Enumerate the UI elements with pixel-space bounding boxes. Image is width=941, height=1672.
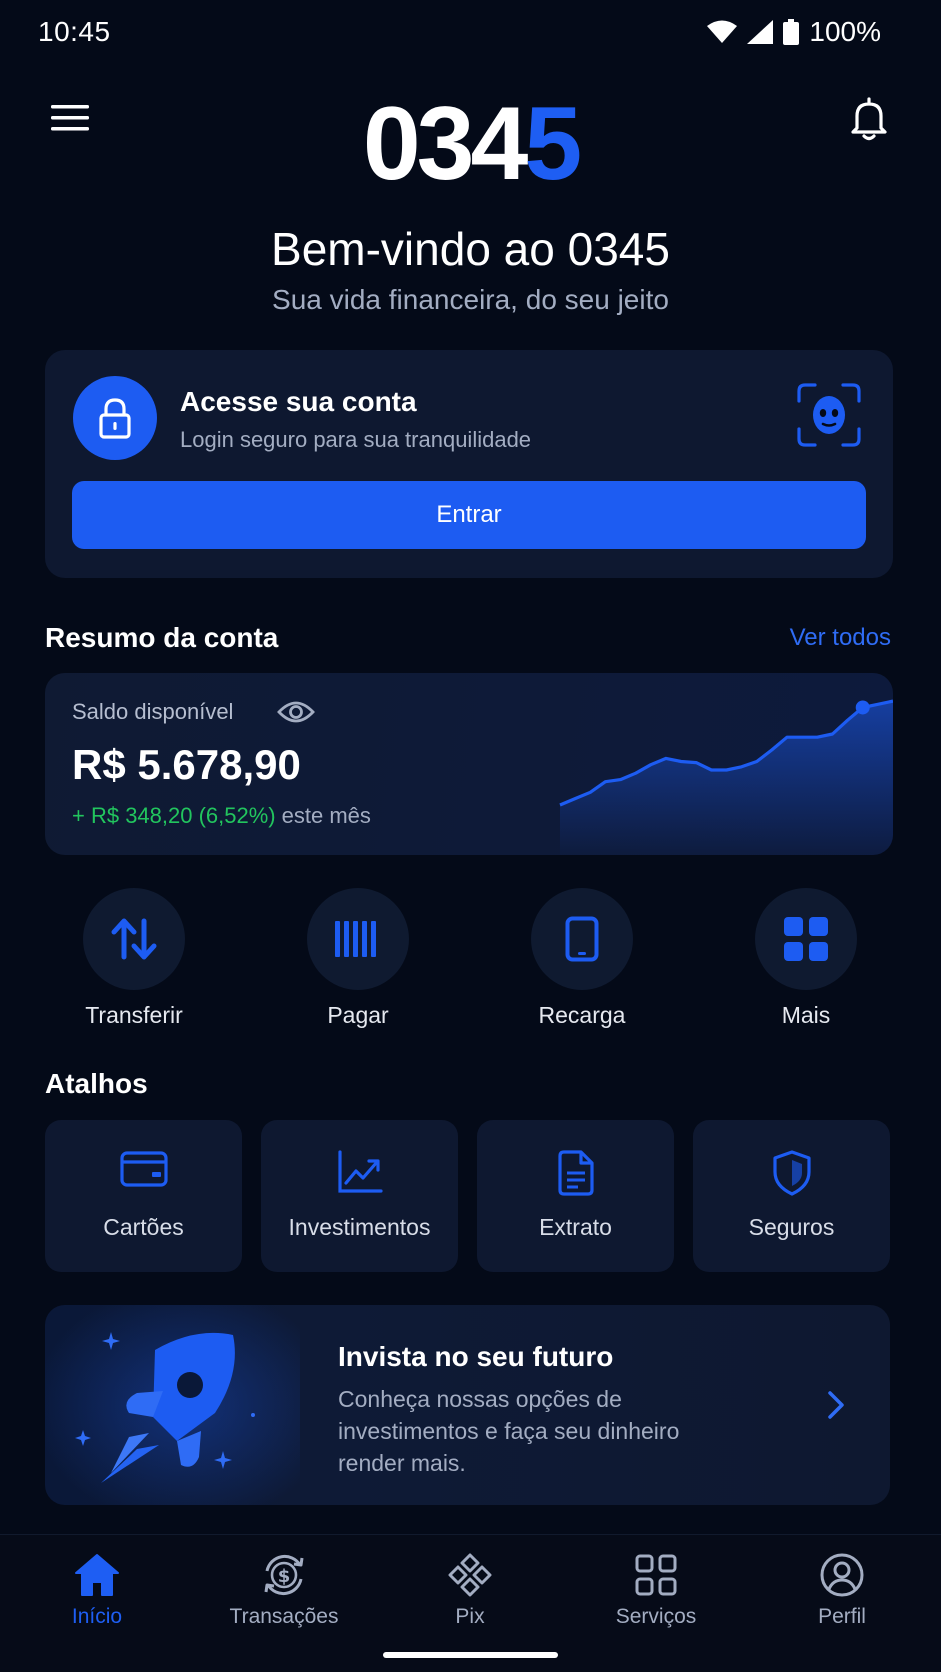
shortcuts-section-title: Atalhos xyxy=(45,1068,148,1099)
login-card: Acesse sua conta Login seguro para sua t… xyxy=(45,350,893,578)
invest-promo-card[interactable]: Invista no seu futuro Conheça nossas opç… xyxy=(45,1305,890,1505)
balance-change-period: este mês xyxy=(281,803,371,828)
nav-profile-label: Perfil xyxy=(818,1605,866,1628)
chart-up-icon xyxy=(337,1150,383,1193)
shortcut-insurance-label: Seguros xyxy=(748,1214,835,1240)
status-bar: 10:45 100% xyxy=(0,0,941,68)
balance-value: R$ 5.678,90 xyxy=(72,741,301,788)
nav-services[interactable]: Serviços xyxy=(581,1553,731,1629)
shortcut-insurance[interactable]: Seguros xyxy=(693,1120,890,1272)
shortcut-statement-label: Extrato xyxy=(539,1214,612,1240)
nav-home-label: Início xyxy=(71,1605,123,1628)
eye-icon[interactable] xyxy=(277,697,315,727)
summary-section-title: Resumo da conta xyxy=(45,622,279,653)
promo-title: Invista no seu futuro xyxy=(338,1341,614,1372)
welcome-title: Bem-vindo ao 0345 xyxy=(271,223,670,275)
action-more[interactable]: Mais xyxy=(726,888,886,1029)
transfer-arrows-icon xyxy=(111,918,157,960)
face-id-icon[interactable] xyxy=(797,383,861,447)
pix-icon xyxy=(448,1553,492,1597)
transactions-icon: $ xyxy=(264,1555,304,1595)
balance-card: Saldo disponível R$ 5.678,90 + R$ 348,20… xyxy=(45,673,893,855)
grid-icon xyxy=(784,917,828,961)
shortcut-cards-label: Cartões xyxy=(103,1214,184,1240)
nav-profile[interactable]: Perfil xyxy=(767,1553,917,1629)
nav-home[interactable]: Início xyxy=(22,1553,172,1629)
balance-sparkline xyxy=(559,699,893,855)
nav-services-label: Serviços xyxy=(615,1605,697,1628)
balance-change: + R$ 348,20 (6,52%) este mês xyxy=(72,803,371,829)
logo-accent: 5 xyxy=(524,86,582,202)
action-transfer[interactable]: Transferir xyxy=(54,888,214,1029)
card-icon xyxy=(119,1151,168,1187)
wifi-icon xyxy=(707,20,738,43)
shortcut-cards[interactable]: Cartões xyxy=(45,1120,242,1272)
document-icon xyxy=(557,1150,594,1196)
shortcut-investments-label: Investimentos xyxy=(288,1214,431,1240)
battery-icon xyxy=(783,19,800,45)
logo-main: 034 xyxy=(362,86,529,202)
services-icon xyxy=(635,1554,677,1596)
home-indicator xyxy=(383,1652,558,1658)
nav-transactions[interactable]: $ Transações xyxy=(209,1553,359,1629)
lock-icon xyxy=(73,376,157,460)
shortcut-investments[interactable]: Investimentos xyxy=(261,1120,458,1272)
sparkline-current-point xyxy=(855,700,870,715)
action-more-label: Mais xyxy=(781,1002,831,1028)
barcode-icon xyxy=(335,921,376,957)
nav-pix-label: Pix xyxy=(455,1605,485,1628)
action-recharge-label: Recarga xyxy=(538,1002,626,1028)
balance-change-value: + R$ 348,20 (6,52%) xyxy=(72,803,276,828)
action-pay-label: Pagar xyxy=(327,1002,389,1028)
battery-level: 100% xyxy=(809,16,881,47)
chevron-right-icon[interactable] xyxy=(824,1389,848,1421)
rocket-icon xyxy=(45,1305,300,1505)
promo-body: Conheça nossas opções de investimentos e… xyxy=(338,1386,680,1476)
see-all-link[interactable]: Ver todos xyxy=(790,624,891,652)
app-logo: 0345 xyxy=(0,92,941,196)
login-button[interactable]: Entrar xyxy=(72,481,866,549)
shield-icon xyxy=(772,1150,811,1196)
action-pay[interactable]: Pagar xyxy=(278,888,438,1029)
action-recharge[interactable]: Recarga xyxy=(502,888,662,1029)
login-subtitle: Login seguro para sua tranquilidade xyxy=(180,427,532,452)
status-time: 10:45 xyxy=(38,16,111,47)
action-transfer-label: Transferir xyxy=(85,1002,183,1028)
welcome-subtitle: Sua vida financeira, do seu jeito xyxy=(272,284,669,315)
shortcut-statement[interactable]: Extrato xyxy=(477,1120,674,1272)
nav-transactions-label: Transações xyxy=(229,1605,339,1628)
balance-label: Saldo disponível xyxy=(72,699,234,724)
signal-icon xyxy=(747,20,774,44)
phone-icon xyxy=(565,916,599,962)
status-indicators: 100% xyxy=(707,16,881,48)
home-icon xyxy=(75,1554,119,1596)
login-title: Acesse sua conta xyxy=(180,386,417,417)
svg-text:$: $ xyxy=(278,1566,291,1587)
profile-icon xyxy=(820,1553,864,1597)
nav-pix[interactable]: Pix xyxy=(395,1553,545,1629)
